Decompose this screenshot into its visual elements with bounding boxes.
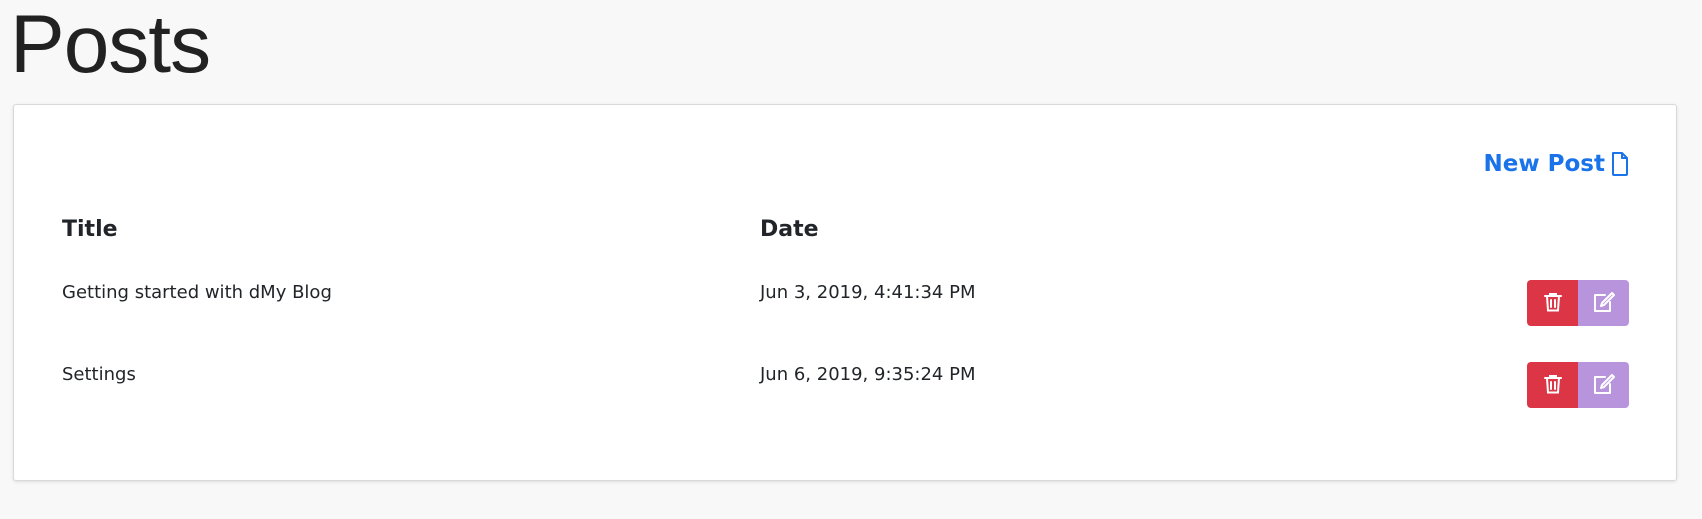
edit-icon: [1592, 373, 1616, 398]
trash-icon: [1543, 292, 1562, 315]
row-actions: [1527, 280, 1629, 326]
page-title: Posts: [10, 0, 211, 90]
table-row: Getting started with dMy Blog Jun 3, 201…: [14, 280, 1676, 326]
edit-icon: [1592, 291, 1616, 316]
edit-button[interactable]: [1578, 280, 1629, 326]
post-title: Settings: [62, 364, 136, 385]
new-post-link[interactable]: New Post: [1484, 151, 1629, 177]
delete-button[interactable]: [1527, 280, 1578, 326]
posts-card: New Post Title Date Getting started with…: [13, 104, 1677, 481]
column-header-date: Date: [760, 217, 819, 242]
column-header-title: Title: [62, 217, 118, 242]
row-actions: [1527, 362, 1629, 408]
post-date: Jun 6, 2019, 9:35:24 PM: [760, 364, 976, 385]
post-date: Jun 3, 2019, 4:41:34 PM: [760, 282, 976, 303]
edit-button[interactable]: [1578, 362, 1629, 408]
new-post-label: New Post: [1483, 151, 1605, 177]
post-title: Getting started with dMy Blog: [62, 282, 332, 303]
trash-icon: [1543, 374, 1562, 397]
table-row: Settings Jun 6, 2019, 9:35:24 PM: [14, 362, 1676, 408]
file-icon: [1611, 152, 1629, 176]
delete-button[interactable]: [1527, 362, 1578, 408]
